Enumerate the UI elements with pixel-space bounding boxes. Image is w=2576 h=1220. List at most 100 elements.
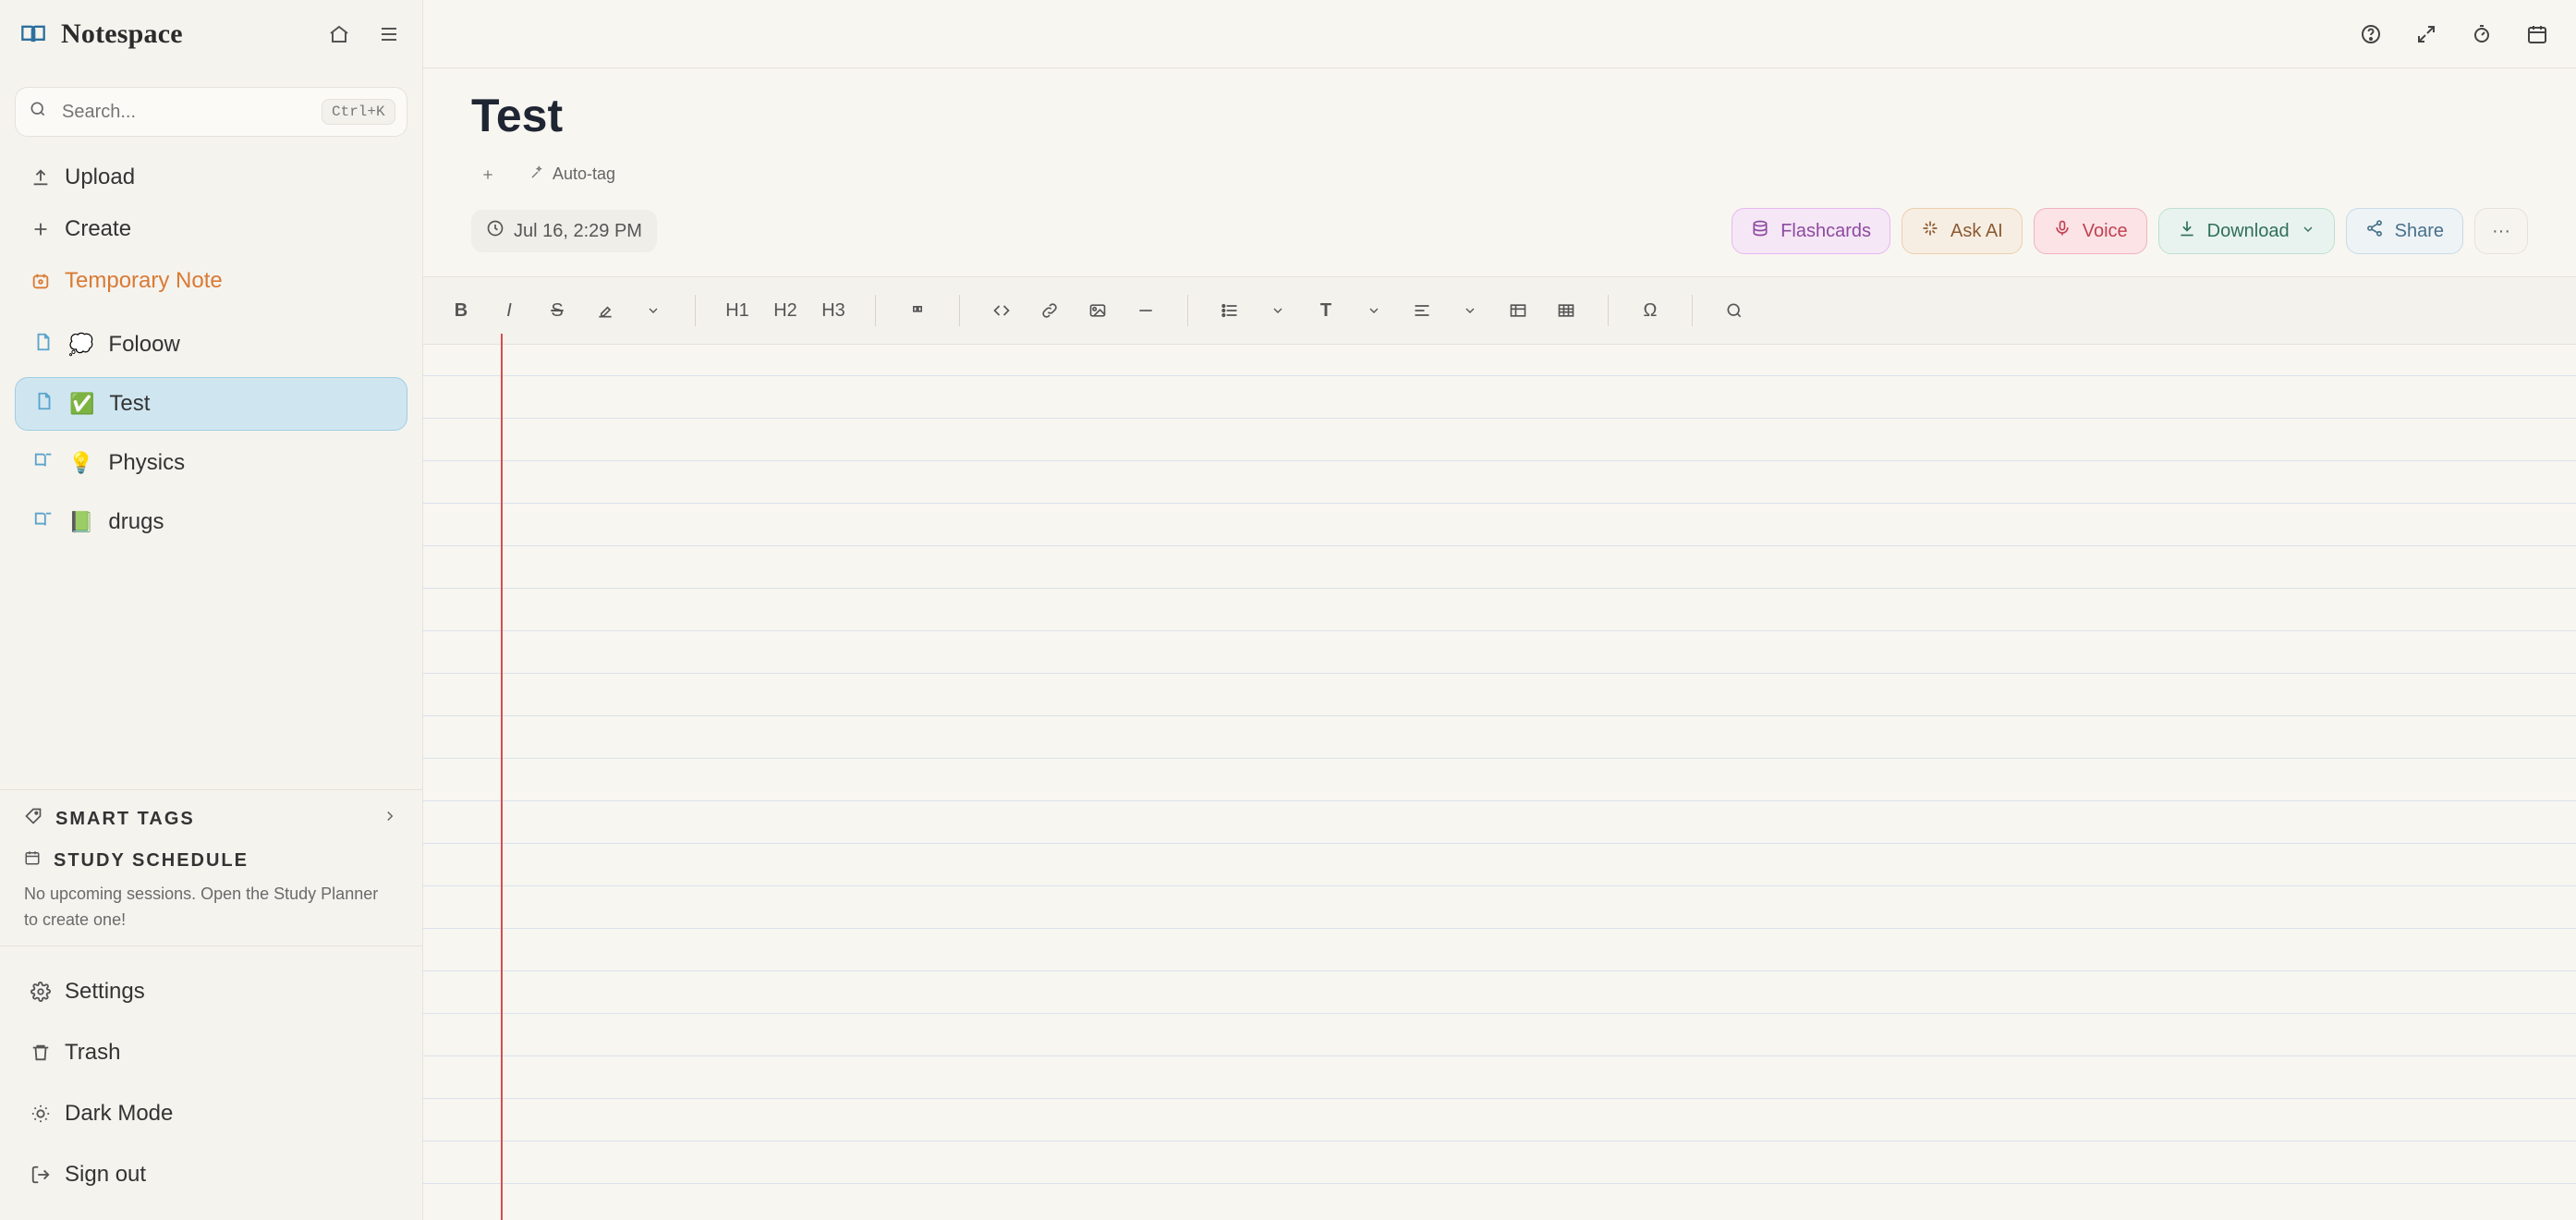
chevron-down-icon[interactable] xyxy=(1264,297,1292,324)
nav-sign-out-label: Sign out xyxy=(65,1162,147,1187)
action-buttons: Flashcards Ask AI Voice Download Share ·… xyxy=(1732,208,2528,254)
toolbar-separator xyxy=(1608,295,1609,326)
grid-icon[interactable] xyxy=(1552,297,1580,324)
margin-line xyxy=(501,334,503,1220)
note-file-icon xyxy=(34,391,55,418)
chevron-down-icon[interactable] xyxy=(1360,297,1388,324)
brand-bar: Notespace xyxy=(0,0,422,68)
italic-icon[interactable]: I xyxy=(495,297,523,324)
heading-1-button[interactable]: H1 xyxy=(723,297,751,324)
note-label: Test xyxy=(109,391,151,416)
sparkle-icon xyxy=(1921,219,1939,243)
toolbar-separator xyxy=(1187,295,1188,326)
title-block: Test Auto-tag xyxy=(423,68,2576,189)
nav-settings-label: Settings xyxy=(65,979,145,1004)
help-icon[interactable] xyxy=(2356,19,2386,49)
chevron-down-icon[interactable] xyxy=(639,297,667,324)
primary-nav: Upload Create Temporary Note xyxy=(0,152,422,307)
nav-sign-out[interactable]: Sign out xyxy=(0,1144,422,1205)
menu-icon[interactable] xyxy=(374,19,404,49)
search-input[interactable]: Ctrl+K xyxy=(15,87,407,137)
link-icon[interactable] xyxy=(1036,297,1063,324)
notebook-icon xyxy=(33,450,54,477)
align-icon[interactable] xyxy=(1408,297,1436,324)
lined-paper-editor[interactable] xyxy=(423,334,2576,1220)
sidebar: Notespace Search... Ctrl+K Upload Create… xyxy=(0,0,423,1220)
note-item-active[interactable]: ✅ Test xyxy=(15,377,407,431)
nav-dark-mode-label: Dark Mode xyxy=(65,1101,174,1126)
nav-temporary-note-label: Temporary Note xyxy=(65,268,223,293)
omega-icon[interactable]: Ω xyxy=(1636,297,1664,324)
download-button[interactable]: Download xyxy=(2157,208,2335,254)
image-icon[interactable] xyxy=(1084,297,1112,324)
heading-2-button[interactable]: H2 xyxy=(772,297,799,324)
ask-ai-label: Ask AI xyxy=(1950,220,2003,241)
nav-temporary-note[interactable]: Temporary Note xyxy=(0,255,422,307)
calendar-icon xyxy=(24,849,41,872)
trash-icon xyxy=(30,1042,52,1064)
add-tag-button[interactable] xyxy=(471,162,504,188)
horizontal-rule-icon[interactable] xyxy=(1132,297,1160,324)
page-title: Test xyxy=(471,90,564,141)
highlighter-icon[interactable] xyxy=(591,297,619,324)
download-icon xyxy=(2178,219,2196,243)
timer-icon[interactable] xyxy=(2467,19,2497,49)
chevron-right-icon[interactable] xyxy=(382,808,398,830)
note-emoji: 💡 xyxy=(68,451,94,474)
note-item[interactable]: 💭 Foloow xyxy=(15,318,407,372)
bold-icon[interactable]: B xyxy=(447,297,475,324)
quote-icon[interactable] xyxy=(904,297,931,324)
nav-upload-label: Upload xyxy=(65,165,136,189)
date-text: Jul 16, 2:29 PM xyxy=(514,220,642,241)
microphone-icon xyxy=(2053,219,2072,243)
nav-trash[interactable]: Trash xyxy=(0,1022,422,1083)
share-button[interactable]: Share xyxy=(2345,208,2463,254)
study-schedule: STUDY SCHEDULE No upcoming sessions. Ope… xyxy=(0,831,422,946)
temporary-note-icon xyxy=(30,270,52,292)
auto-tag-label: Auto-tag xyxy=(553,165,616,183)
sidebar-bottom: SMART TAGS STUDY SCHEDULE No upcoming se… xyxy=(0,789,422,1220)
table-icon[interactable] xyxy=(1504,297,1532,324)
nav-upload[interactable]: Upload xyxy=(0,152,422,203)
chevron-down-icon[interactable] xyxy=(1456,297,1484,324)
flashcards-label: Flashcards xyxy=(1780,220,1872,241)
note-item[interactable]: 📗 drugs xyxy=(15,495,407,549)
notebook-icon xyxy=(33,509,54,536)
nav-dark-mode[interactable]: Dark Mode xyxy=(0,1083,422,1144)
study-schedule-title: STUDY SCHEDULE xyxy=(54,849,249,871)
expand-icon[interactable] xyxy=(2412,19,2441,49)
list-icon[interactable] xyxy=(1216,297,1244,324)
smart-tags-section[interactable]: SMART TAGS xyxy=(0,789,422,831)
search-icon[interactable] xyxy=(1720,297,1748,324)
note-file-icon xyxy=(33,332,54,359)
share-label: Share xyxy=(2394,220,2444,241)
share-icon xyxy=(2365,219,2384,243)
flashcards-button[interactable]: Flashcards xyxy=(1732,208,1891,254)
note-emoji: 💭 xyxy=(68,333,94,356)
strikethrough-icon[interactable]: S xyxy=(543,297,571,324)
home-icon[interactable] xyxy=(324,19,354,49)
book-icon xyxy=(18,19,48,49)
more-options-button[interactable]: ··· xyxy=(2474,208,2528,254)
voice-label: Voice xyxy=(2082,220,2128,241)
calendar-icon[interactable] xyxy=(2522,19,2552,49)
nav-create[interactable]: Create xyxy=(0,203,422,255)
code-icon[interactable] xyxy=(988,297,1015,324)
voice-button[interactable]: Voice xyxy=(2033,208,2147,254)
date-chip: Jul 16, 2:29 PM xyxy=(471,210,657,252)
more-icon: ··· xyxy=(2492,220,2510,241)
study-schedule-text: No upcoming sessions. Open the Study Pla… xyxy=(24,884,379,929)
auto-tag-button[interactable]: Auto-tag xyxy=(521,159,625,189)
heading-3-button[interactable]: H3 xyxy=(820,297,847,324)
ask-ai-button[interactable]: Ask AI xyxy=(1902,208,2023,254)
note-emoji: ✅ xyxy=(69,392,95,415)
note-item[interactable]: 💡 Physics xyxy=(15,436,407,490)
editor-main: Test Auto-tag Jul 16, 2:29 PM Flashcards… xyxy=(423,0,2576,1220)
gear-icon xyxy=(30,981,52,1003)
text-style-icon[interactable]: T xyxy=(1312,297,1340,324)
search-field[interactable] xyxy=(60,100,309,124)
clock-icon xyxy=(486,219,504,243)
wand-icon xyxy=(530,165,545,184)
nav-settings[interactable]: Settings xyxy=(0,961,422,1022)
note-emoji: 📗 xyxy=(68,510,94,533)
